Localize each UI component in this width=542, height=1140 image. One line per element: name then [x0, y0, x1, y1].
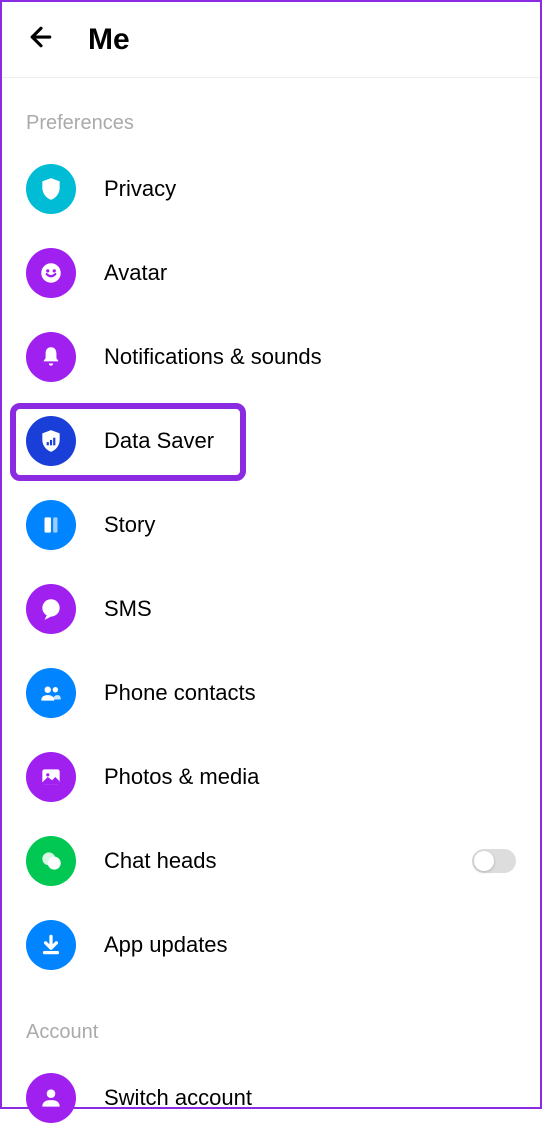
data-saver-shield-icon [26, 416, 76, 466]
item-label: Privacy [104, 176, 176, 202]
switch-account-icon [26, 1073, 76, 1123]
item-label: Notifications & sounds [104, 344, 322, 370]
section-account-label: Account [2, 987, 540, 1056]
list-item-data-saver[interactable]: Data Saver [2, 399, 540, 483]
list-item-photos-media[interactable]: Photos & media [2, 735, 540, 819]
shield-icon [26, 164, 76, 214]
download-icon [26, 920, 76, 970]
item-label: Phone contacts [104, 680, 256, 706]
chat-heads-toggle[interactable] [472, 849, 516, 873]
list-item-phone-contacts[interactable]: Phone contacts [2, 651, 540, 735]
bell-icon [26, 332, 76, 382]
list-item-chat-heads[interactable]: Chat heads [2, 819, 540, 903]
image-icon [26, 752, 76, 802]
preferences-list: Privacy Avatar Notifications & sounds Da… [2, 147, 540, 987]
back-arrow-icon [26, 22, 56, 52]
contacts-icon [26, 668, 76, 718]
item-label: Story [104, 512, 155, 538]
list-item-app-updates[interactable]: App updates [2, 903, 540, 987]
section-preferences-label: Preferences [2, 78, 540, 147]
chat-heads-icon [26, 836, 76, 886]
item-label: Chat heads [104, 848, 217, 874]
back-button[interactable] [26, 22, 56, 57]
list-item-avatar[interactable]: Avatar [2, 231, 540, 315]
item-label: Photos & media [104, 764, 259, 790]
item-label: Data Saver [104, 428, 214, 454]
page-title: Me [88, 23, 130, 57]
list-item-switch-account[interactable]: Switch account [2, 1056, 540, 1140]
list-item-story[interactable]: Story [2, 483, 540, 567]
story-icon [26, 500, 76, 550]
item-label: App updates [104, 932, 228, 958]
account-list: Switch account [2, 1056, 540, 1140]
chat-bubble-icon [26, 584, 76, 634]
list-item-notifications[interactable]: Notifications & sounds [2, 315, 540, 399]
avatar-icon [26, 248, 76, 298]
item-label: SMS [104, 596, 152, 622]
header: Me [2, 2, 540, 78]
list-item-privacy[interactable]: Privacy [2, 147, 540, 231]
item-label: Avatar [104, 260, 167, 286]
list-item-sms[interactable]: SMS [2, 567, 540, 651]
item-label: Switch account [104, 1085, 252, 1111]
